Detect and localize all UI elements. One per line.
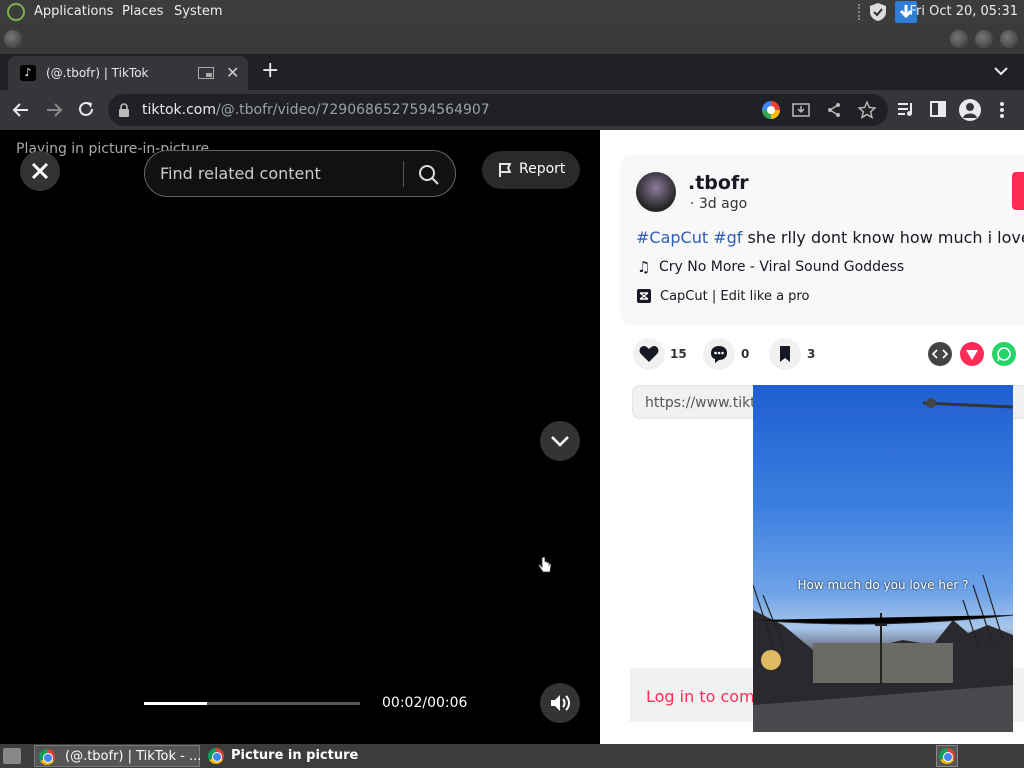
hand-cursor-icon <box>538 556 552 573</box>
comment-count: 0 <box>741 347 750 361</box>
pip-window[interactable]: How much do you love her ? <box>753 385 1013 732</box>
panel-separator <box>858 4 861 20</box>
minimize-button[interactable] <box>950 30 968 48</box>
taskbar-item-label: (@.tbofr) | TikTok - ... <box>65 749 202 764</box>
comment-button[interactable] <box>703 338 735 370</box>
caption-text: she rlly dont know how much i lover her <box>747 228 1024 247</box>
browser-tab[interactable]: ♪ (@.tbofr) | TikTok ✕ <box>8 56 248 90</box>
next-video-button[interactable] <box>540 421 580 461</box>
sound-name[interactable]: Cry No More - Viral Sound Goddess <box>659 259 904 275</box>
comment-icon <box>711 346 727 363</box>
tab-strip: ♪ (@.tbofr) | TikTok ✕ + <box>0 54 1024 90</box>
back-icon[interactable] <box>12 101 30 119</box>
url-text: tiktok.com/@.tbofr/video/729068652759456… <box>142 102 490 118</box>
profile-avatar-icon[interactable] <box>959 99 981 121</box>
close-tab-icon[interactable]: ✕ <box>226 63 239 82</box>
send-icon <box>966 350 978 360</box>
embed-icon <box>931 349 949 359</box>
lock-icon[interactable] <box>118 103 130 117</box>
url-host: tiktok.com <box>142 102 216 118</box>
whatsapp-icon <box>997 347 1011 362</box>
follow-button[interactable] <box>1012 172 1024 210</box>
menu-places[interactable]: Places <box>122 4 163 19</box>
install-app-icon[interactable] <box>792 102 810 118</box>
kebab-menu-icon[interactable] <box>999 100 1005 120</box>
pip-overlay-text: How much do you love her ? <box>797 578 969 592</box>
capcut-link[interactable]: CapCut | Edit like a pro <box>660 289 809 304</box>
window-menu-button[interactable] <box>4 30 22 48</box>
chrome-icon <box>939 748 955 764</box>
heart-icon <box>639 346 659 362</box>
taskbar-item-label: Picture in picture <box>231 748 359 763</box>
progress-track[interactable] <box>144 702 360 705</box>
close-window-button[interactable] <box>1000 30 1018 48</box>
show-desktop-icon[interactable] <box>3 748 21 764</box>
chevron-down-icon[interactable] <box>994 66 1008 76</box>
media-controls-icon[interactable] <box>897 101 915 117</box>
copy-link-text: https://www.tikto <box>645 395 765 411</box>
search-box[interactable]: Find related content <box>144 150 456 197</box>
os-top-panel: Applications Places System Fri Oct 20, 0… <box>0 0 1024 24</box>
maximize-button[interactable] <box>975 30 993 48</box>
report-button[interactable]: Report <box>482 151 580 189</box>
forward-icon[interactable] <box>45 101 63 119</box>
pip-scene <box>753 398 1013 732</box>
embed-button[interactable] <box>928 342 952 366</box>
browser-toolbar: tiktok.com/@.tbofr/video/729068652759456… <box>0 90 1024 130</box>
report-label: Report <box>519 161 566 177</box>
workspace-switcher[interactable] <box>936 745 958 767</box>
tab-title: (@.tbofr) | TikTok <box>46 66 149 80</box>
send-to-friends-button[interactable] <box>960 342 984 366</box>
save-button[interactable] <box>769 338 801 370</box>
search-icon[interactable] <box>418 164 440 186</box>
new-tab-button[interactable]: + <box>261 58 279 83</box>
address-bar[interactable]: tiktok.com/@.tbofr/video/729068652759456… <box>108 94 888 126</box>
close-icon <box>31 162 49 180</box>
chrome-icon <box>208 748 224 764</box>
music-note-icon: ♫ <box>637 258 651 276</box>
search-divider <box>403 161 404 187</box>
bookmark-star-icon[interactable] <box>858 101 876 119</box>
search-input[interactable]: Find related content <box>160 164 321 183</box>
shield-icon[interactable] <box>868 2 888 22</box>
url-path: /@.tbofr/video/7290686527594564907 <box>216 102 490 118</box>
volume-button[interactable] <box>540 683 580 723</box>
chevron-down-icon <box>551 436 569 447</box>
flag-icon <box>499 163 512 177</box>
reload-icon[interactable] <box>77 100 95 118</box>
like-count: 15 <box>670 347 687 361</box>
menu-applications[interactable]: Applications <box>34 4 113 19</box>
video-player[interactable]: Playing in picture-in-picture Find relat… <box>0 130 600 744</box>
menu-system[interactable]: System <box>174 4 222 19</box>
bookmark-icon <box>780 346 790 362</box>
tiktok-favicon-icon: ♪ <box>20 65 36 81</box>
google-icon[interactable] <box>762 101 780 119</box>
speaker-icon <box>551 695 570 711</box>
pip-tab-icon <box>198 67 214 79</box>
os-logo-icon[interactable] <box>7 3 25 21</box>
post-time: · 3d ago <box>690 196 748 212</box>
save-count: 3 <box>807 347 816 361</box>
time-display: 00:02/00:06 <box>382 695 468 711</box>
window-titlebar[interactable] <box>0 24 1024 54</box>
hashtag-gf[interactable]: #gf <box>713 228 742 247</box>
side-panel-icon[interactable] <box>930 101 946 117</box>
os-taskbar: (@.tbofr) | TikTok - ... Picture in pict… <box>0 744 1024 768</box>
capcut-icon <box>637 289 651 303</box>
caption: #CapCut #gf she rlly dont know how much … <box>636 228 1024 247</box>
clock[interactable]: Fri Oct 20, 05:31 <box>909 4 1018 19</box>
close-video-button[interactable] <box>20 151 60 191</box>
whatsapp-share-button[interactable] <box>992 342 1016 366</box>
chrome-icon <box>39 749 55 765</box>
avatar[interactable] <box>636 172 676 212</box>
taskbar-item-tiktok[interactable]: (@.tbofr) | TikTok - ... <box>34 745 202 767</box>
username[interactable]: .tbofr <box>688 172 749 194</box>
hashtag-capcut[interactable]: #CapCut <box>636 228 708 247</box>
like-button[interactable] <box>633 338 665 370</box>
share-icon[interactable] <box>826 102 842 118</box>
progress-fill <box>144 702 207 705</box>
login-prompt[interactable]: Log in to comm <box>646 687 770 706</box>
taskbar-item-pip[interactable]: Picture in picture <box>204 745 370 767</box>
